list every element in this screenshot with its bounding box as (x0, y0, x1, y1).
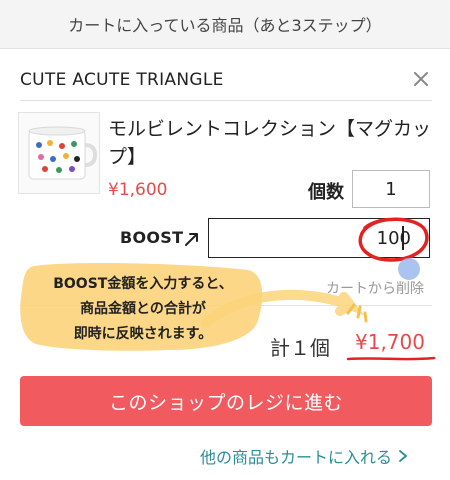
chevron-right-icon (399, 450, 408, 462)
quantity-label: 個数 (308, 182, 344, 203)
total-count-label: 計１個 (270, 336, 330, 360)
annotation-text: BOOST金額を入力すると、 商品金額との合計が 即時に反映されます。 (26, 272, 260, 347)
product-name[interactable]: モルビレントコレクション【マグカップ】 (108, 115, 436, 171)
continue-shopping-label: 他の商品もカートに入れる (200, 448, 393, 467)
remove-from-cart-link[interactable]: カートから削除 (326, 278, 424, 298)
quantity-field[interactable]: 1 (352, 170, 430, 208)
cart-header-title: カートに入っている商品（あと3ステップ） (68, 16, 382, 35)
close-icon[interactable] (410, 68, 432, 90)
product-price: ¥1,600 (108, 180, 168, 200)
divider (20, 100, 432, 101)
shop-name[interactable]: CUTE ACUTE TRIANGLE (20, 70, 224, 90)
mug-image (28, 126, 98, 180)
checkout-button[interactable]: このショップのレジに進む (20, 376, 432, 426)
boost-label: BOOST (120, 228, 184, 247)
touch-indicator (398, 258, 420, 280)
boost-amount-input[interactable] (208, 218, 430, 258)
text-caret (402, 226, 404, 250)
annotation-line: 商品金額との合計が (80, 301, 206, 317)
cart-header: カートに入っている商品（あと3ステップ） (0, 0, 450, 49)
annotation-line: 即時に反映されます。 (73, 326, 213, 342)
total-price: ¥1,700 (355, 330, 425, 354)
continue-shopping-link[interactable]: 他の商品もカートに入れる (200, 444, 408, 468)
highlight-underline (346, 356, 436, 361)
arrow-up-right-icon (185, 233, 198, 246)
product-thumbnail[interactable] (18, 112, 100, 194)
annotation-line: BOOST金額を入力すると、 (53, 276, 233, 292)
